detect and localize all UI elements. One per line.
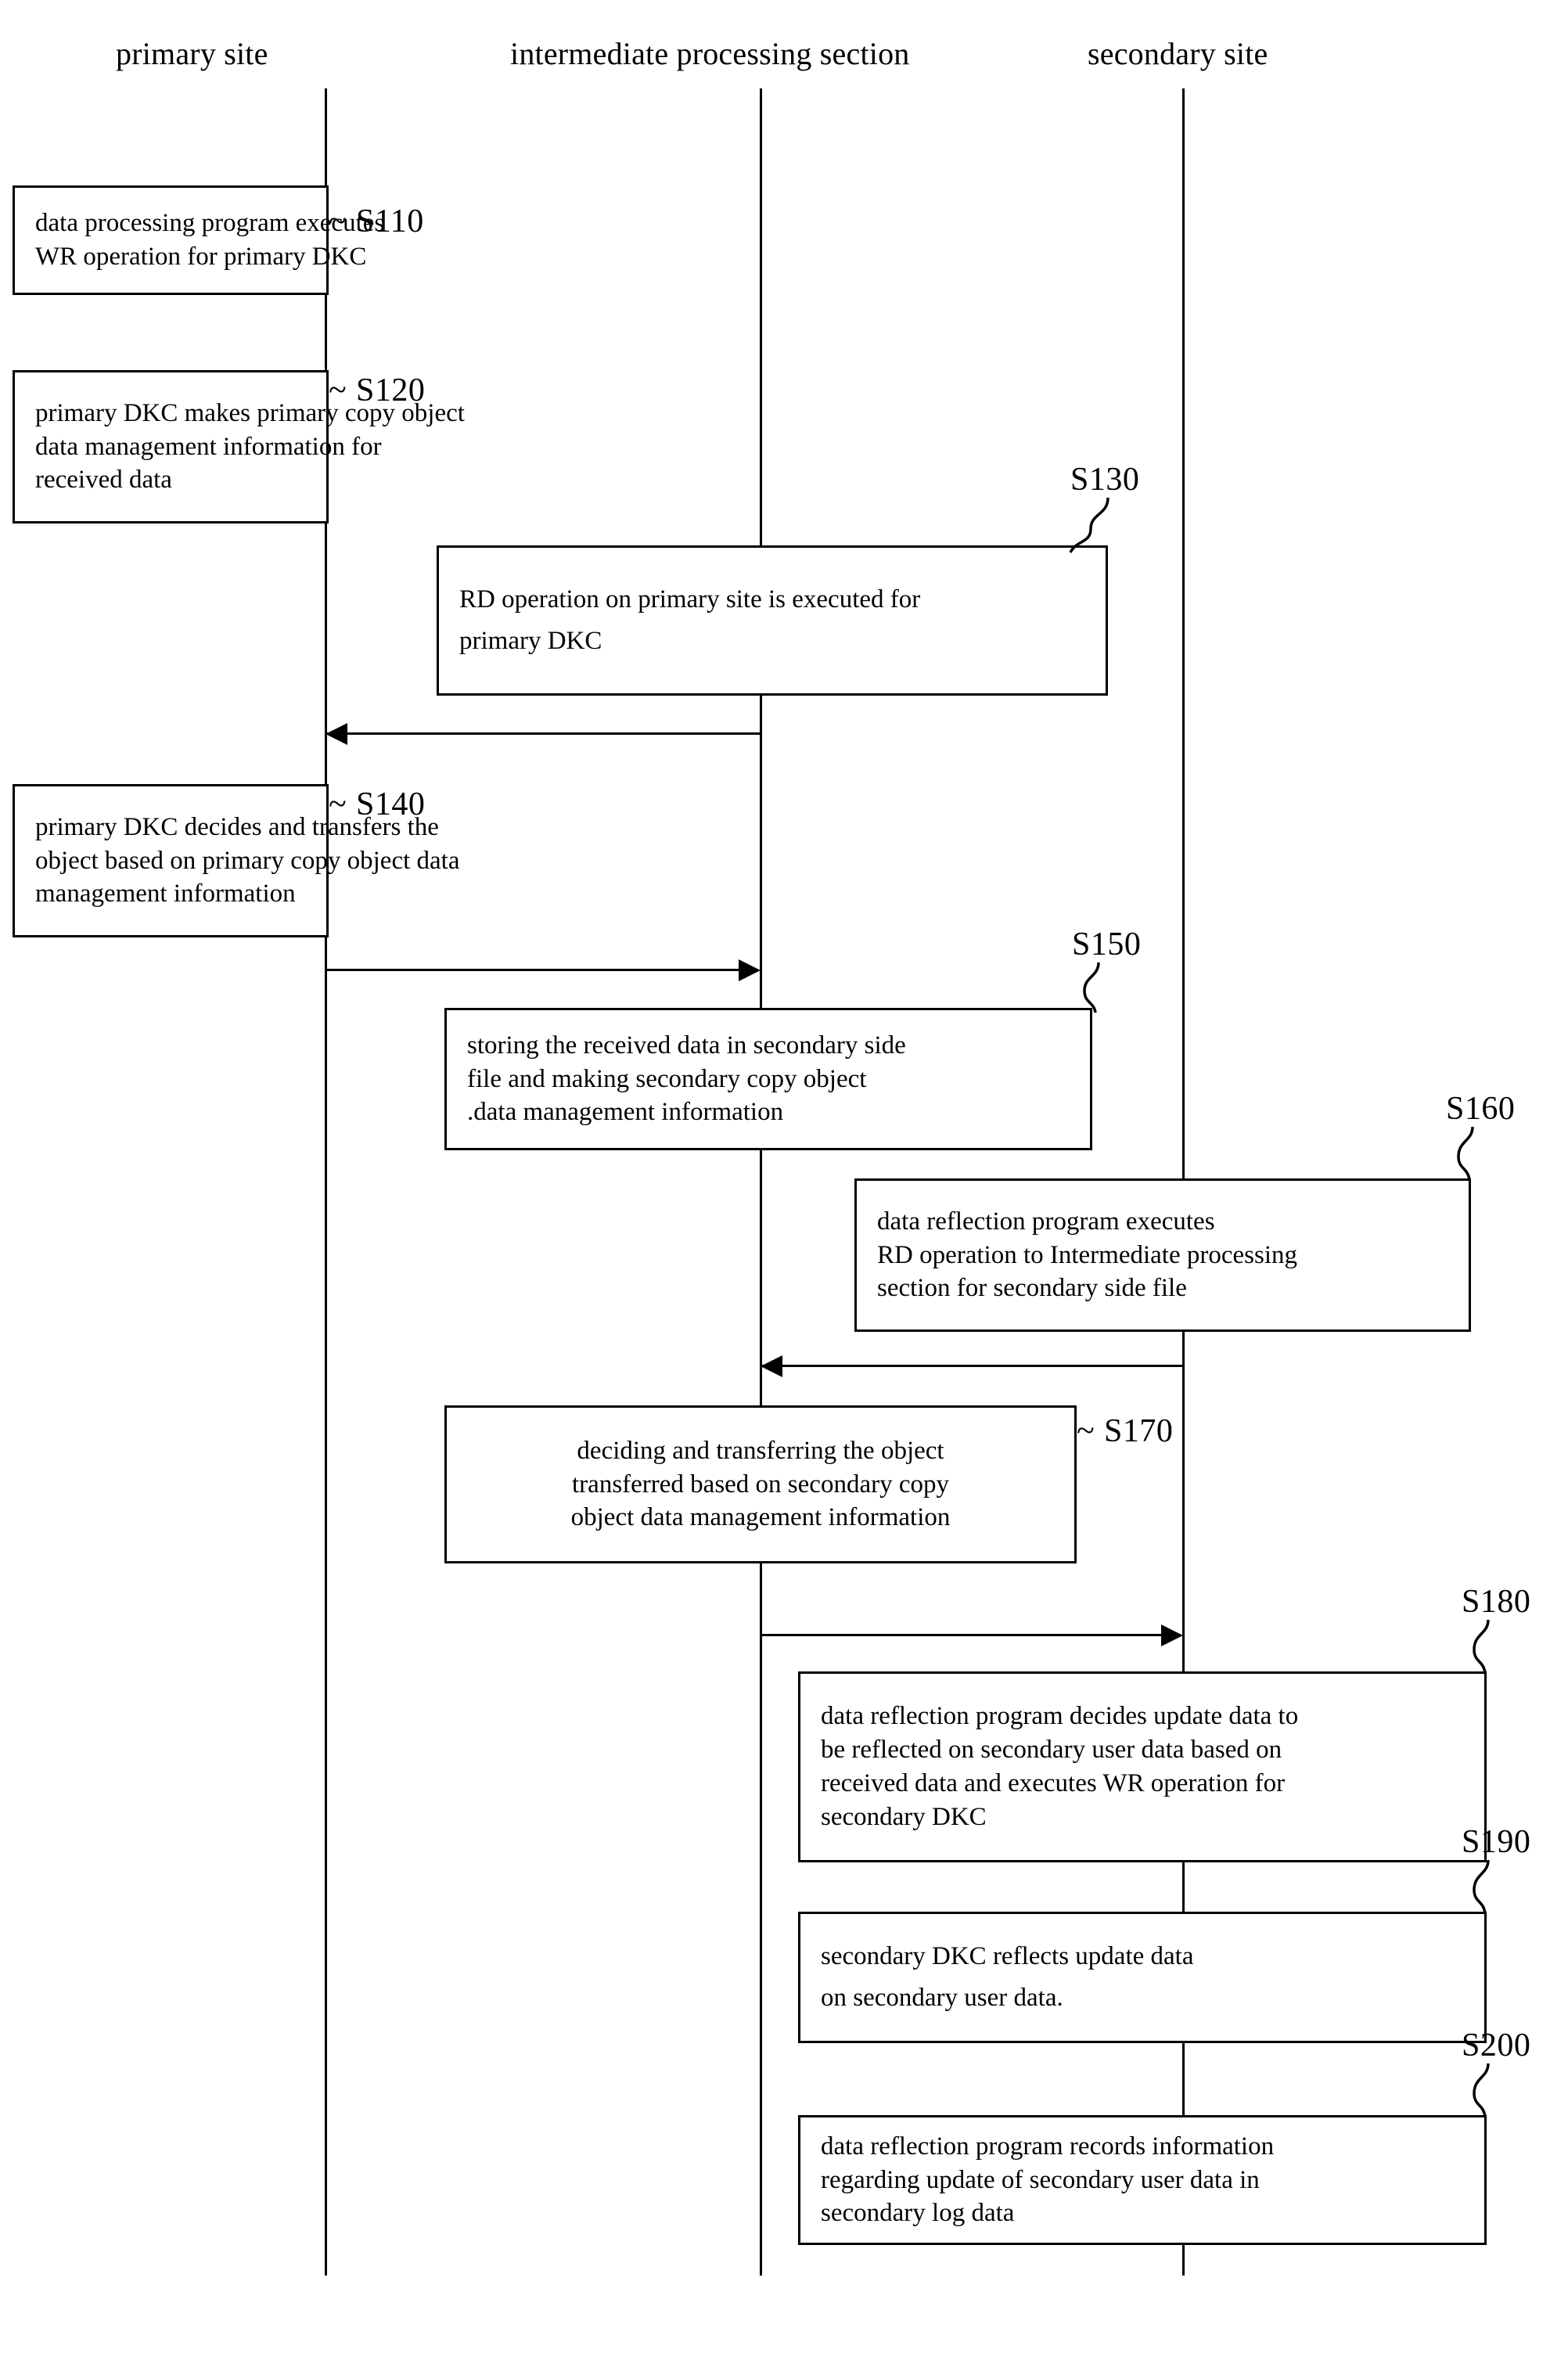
step-tag-leader-s180: [1473, 1619, 1490, 1674]
step-tag-s130: S130: [1070, 462, 1140, 498]
arrow-intermediate-to-secondary-line: [761, 1634, 1161, 1636]
step-tag-s160: S160: [1446, 1091, 1516, 1127]
process-box-s120-line-1: primary DKC makes primary copy object: [35, 398, 465, 427]
process-box-s150[interactable]: storing the received data in secondary s…: [444, 1008, 1092, 1150]
step-tag-s170: S170: [1104, 1413, 1174, 1449]
process-box-s130-line-2: primary DKC: [459, 627, 602, 655]
process-box-s110-line-1: data processing program executes: [35, 209, 385, 238]
process-box-s120-line-2: data management information for: [35, 432, 382, 461]
arrow-intermediate-to-primary-1-head: [325, 723, 347, 745]
process-box-s160-line-3: section for secondary side file: [877, 1274, 1187, 1303]
process-box-s200-line-2: regarding update of secondary user data …: [821, 2165, 1260, 2194]
arrow-primary-to-intermediate-head: [739, 959, 761, 981]
step-tag-leader-s200: [1473, 2063, 1490, 2117]
process-box-s180-line-1: data reflection program decides update d…: [821, 1702, 1299, 1731]
step-tag-leader-s170: ~: [1077, 1413, 1095, 1449]
process-box-s170-line-1: deciding and transferring the object: [577, 1436, 944, 1465]
step-tag-leader-s140: ~: [329, 786, 347, 822]
process-box-s150-line-2: file and making secondary copy object: [467, 1064, 867, 1093]
column-heading-secondary-site: secondary site: [1088, 36, 1268, 71]
step-tag-leader-s150: [1083, 962, 1100, 1013]
process-box-s130[interactable]: RD operation on primary site is executed…: [437, 545, 1108, 696]
process-box-s180-line-4: secondary DKC: [821, 1802, 987, 1831]
step-tag-s180: S180: [1462, 1584, 1531, 1620]
process-box-s110-line-2: WR operation for primary DKC: [35, 243, 367, 271]
step-tag-leader-s160: [1457, 1126, 1474, 1181]
process-box-s160[interactable]: data reflection program executes RD oper…: [854, 1178, 1471, 1332]
process-box-s160-line-1: data reflection program executes: [877, 1207, 1215, 1236]
process-box-s130-line-1: RD operation on primary site is executed…: [459, 585, 921, 613]
process-box-s170[interactable]: deciding and transferring the object tra…: [444, 1405, 1077, 1563]
process-box-s120[interactable]: primary DKC makes primary copy object da…: [13, 370, 465, 523]
process-box-s180-line-2: be reflected on secondary user data base…: [821, 1736, 1282, 1765]
flowchart-canvas: primary site intermediate processing sec…: [0, 0, 1568, 2371]
step-tag-s140: S140: [356, 786, 426, 822]
column-heading-intermediate-processing-section: intermediate processing section: [510, 36, 910, 71]
process-box-s200-line-1: data reflection program records informat…: [821, 2132, 1275, 2161]
process-box-s200-line-3: secondary log data: [821, 2199, 1015, 2228]
process-box-s110[interactable]: data processing program executes WR oper…: [13, 185, 385, 295]
process-box-s170-line-2: transferred based on secondary copy: [572, 1470, 949, 1499]
process-box-s180-line-3: received data and executes WR operation …: [821, 1769, 1286, 1797]
step-tag-s150: S150: [1072, 926, 1142, 962]
process-box-s200[interactable]: data reflection program records informat…: [798, 2115, 1487, 2245]
process-box-s190-line-2: on secondary user data.: [821, 1984, 1063, 2012]
step-tag-s200: S200: [1462, 2027, 1531, 2063]
process-box-s140-line-3: management information: [35, 880, 296, 908]
step-tag-s190: S190: [1462, 1824, 1531, 1860]
lifeline-intermediate-processing-section: [760, 88, 762, 2276]
process-box-s140-line-1: primary DKC decides and transfers the: [35, 812, 439, 841]
step-tag-s120: S120: [356, 372, 426, 408]
process-box-s170-line-3: object data management information: [570, 1503, 951, 1532]
process-box-s120-line-3: received data: [35, 466, 172, 495]
process-box-s160-line-2: RD operation to Intermediate processing: [877, 1240, 1298, 1269]
process-box-s190-line-1: secondary DKC reflects update data: [821, 1941, 1194, 1970]
process-box-s140-line-2: object based on primary copy object data: [35, 846, 460, 875]
step-tag-leader-s110: ~: [329, 203, 347, 239]
step-tag-leader-s190: [1473, 1859, 1490, 1914]
process-box-s190[interactable]: secondary DKC reflects update data on se…: [798, 1912, 1487, 2043]
process-box-s140[interactable]: primary DKC decides and transfers the ob…: [13, 784, 460, 937]
column-heading-primary-site: primary site: [116, 36, 268, 71]
arrow-secondary-to-intermediate-line: [762, 1365, 1183, 1367]
arrow-intermediate-to-secondary-head: [1161, 1624, 1183, 1646]
process-box-s150-line-1: storing the received data in secondary s…: [467, 1031, 906, 1060]
process-box-s150-line-3: .data management information: [467, 1098, 784, 1127]
arrow-primary-to-intermediate-line: [325, 969, 739, 971]
arrow-secondary-to-intermediate-head: [761, 1355, 782, 1377]
step-tag-leader-s120: ~: [329, 372, 347, 408]
step-tag-leader-s130: [1069, 497, 1109, 553]
process-box-s180[interactable]: data reflection program decides update d…: [798, 1671, 1487, 1862]
step-tag-s110: S110: [356, 203, 424, 239]
arrow-intermediate-to-primary-1-line: [327, 732, 761, 735]
